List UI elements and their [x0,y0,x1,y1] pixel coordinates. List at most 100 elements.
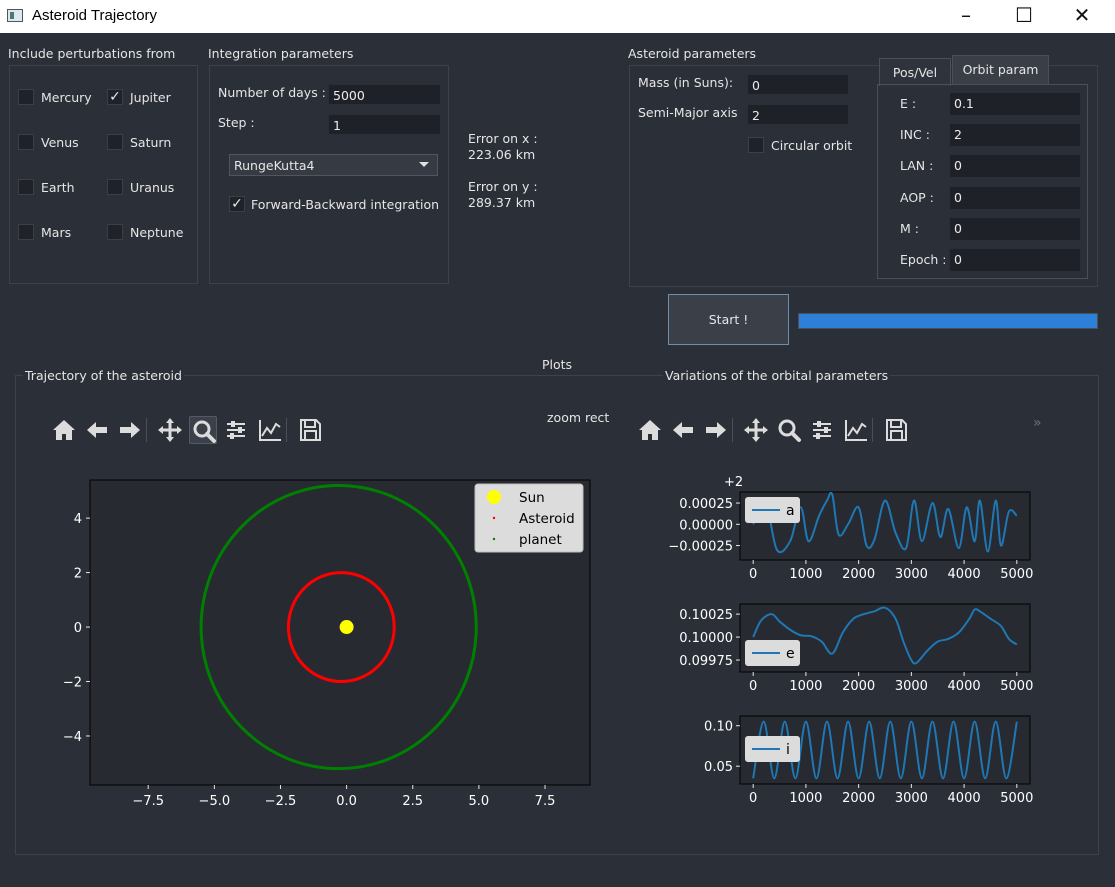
save-icon[interactable] [882,416,910,444]
x-tick-label: 1000 [789,679,822,694]
checkbox-mars[interactable] [18,224,34,240]
step-input[interactable]: 1 [328,114,441,135]
orbit-param-input[interactable]: 0 [949,154,1081,179]
orbit-param-input[interactable]: 2 [949,123,1081,148]
planet-label-jupiter: Jupiter [130,90,171,105]
forward-icon[interactable] [116,416,144,444]
error-y-value: 289.37 km [468,195,536,210]
y-tick-label: −4 [63,730,82,745]
back-icon[interactable] [83,416,111,444]
x-tick-label: 1000 [789,567,822,582]
save-icon[interactable] [296,416,324,444]
zoom-icon[interactable] [189,416,217,444]
error-x-value: 223.06 km [468,147,536,162]
orbit-param-input[interactable]: 0 [949,216,1081,241]
configure-icon[interactable] [222,416,250,444]
days-label: Number of days : [218,85,326,100]
start-button[interactable]: Start ! [668,294,789,345]
trajectory-title: Trajectory of the asteroid [23,368,184,383]
circular-checkbox[interactable] [748,137,764,153]
orbit-param-label: LAN : [900,158,934,174]
toolbar-overflow-icon[interactable]: » [1033,415,1042,431]
orbit-param-label: INC : [900,127,930,143]
orbit-param-label: AOP : [900,189,934,205]
method-select[interactable]: RungeKutta4 [229,154,438,176]
y-tick-label: −2 [63,676,82,691]
pan-icon[interactable] [156,416,184,444]
toolbar-separator [872,418,873,442]
x-tick-label: 0 [749,791,757,806]
close-button[interactable]: ✕ [1053,0,1111,33]
checkbox-saturn[interactable] [107,134,123,150]
forward-icon[interactable] [702,416,730,444]
legend-entry: planet [519,532,562,548]
window-title: Asteroid Trajectory [32,7,158,24]
axes-icon[interactable] [842,416,870,444]
x-tick-label: 1000 [789,791,822,806]
pan-icon[interactable] [742,416,770,444]
fb-checkbox[interactable]: ✓ [229,196,245,212]
y-tick-label: −0.00025 [668,540,733,555]
x-tick-label: −2.5 [265,794,297,809]
orbital-title: Variations of the orbital parameters [663,368,891,383]
y-tick-label: 0.10025 [679,608,733,623]
planet-label-saturn: Saturn [130,135,172,150]
tab-orbit-param[interactable]: Orbit param [952,55,1049,85]
checkbox-mercury[interactable] [18,89,34,105]
y-tick-label: 0.10000 [679,631,733,646]
orbit-param-input[interactable]: 0 [949,185,1081,210]
legend: Sun Asteroid planet [474,483,584,553]
check-icon: ✓ [231,196,243,212]
axes-icon[interactable] [256,416,284,444]
days-input[interactable]: 5000 [328,84,441,105]
title-bar: Asteroid Trajectory – ☐ ✕ [0,0,1115,33]
x-tick-label: 0 [749,679,757,694]
x-tick-label: 0.0 [336,794,357,809]
x-tick-label: 3000 [895,679,928,694]
minimize-button[interactable]: – [937,0,995,33]
back-icon[interactable] [669,416,697,444]
home-icon[interactable] [50,416,78,444]
toolbar-separator [732,418,733,442]
y-tick-label: 0 [74,621,82,636]
maximize-button[interactable]: ☐ [995,0,1053,33]
checkbox-venus[interactable] [18,134,34,150]
integration-title: Integration parameters [208,46,354,61]
chart-a[interactable]: +2 0 1000 2000 3000 4000 5000 0.00025 0.00000 −0.… [640,470,1080,588]
sma-input[interactable]: 2 [747,104,849,125]
error-y-label: Error on y : [468,179,538,194]
mass-input[interactable]: 0 [747,74,849,95]
home-icon[interactable] [636,416,664,444]
configure-icon[interactable] [808,416,836,444]
checkbox-jupiter[interactable]: ✓ [107,89,123,105]
y-tick-label: 4 [74,512,82,527]
checkbox-neptune[interactable] [107,224,123,240]
legend-asteroid-marker [492,516,496,520]
tab-posvel[interactable]: Pos/Vel [879,58,951,86]
planet-label-uranus: Uranus [130,180,175,195]
orbit-param-input[interactable]: 0.1 [949,92,1081,116]
chart-e[interactable]: 0 1000 2000 3000 4000 5000 0.10025 0.10000 0.099… [640,596,1080,700]
chart-i[interactable]: 0 1000 2000 3000 4000 5000 0.10 0.05 i [640,708,1080,812]
orbit-param-label: E : [900,96,917,111]
fb-label: Forward-Backward integration [251,197,440,212]
y-tick-label: 0.09975 [679,654,733,669]
zoom-icon[interactable] [775,416,803,444]
x-tick-label: −5.0 [199,794,231,809]
x-tick-label: 2000 [842,567,875,582]
progress-fill [799,314,1097,328]
y-tick-label: 2 [74,567,82,582]
planet-label-venus: Venus [41,135,79,150]
x-tick-label: 2000 [842,791,875,806]
x-tick-label: 2000 [842,679,875,694]
x-tick-label: 4000 [948,679,981,694]
trajectory-chart[interactable]: −7.5 −5.0 −2.5 0.0 2.5 5.0 7.5 4 2 0 −2 −4 Sun Astero… [42,462,627,827]
sma-label: Semi-Major axis [638,105,738,120]
orbit-param-input[interactable]: 0 [949,248,1081,272]
x-tick-label: 0 [749,567,757,582]
check-icon: ✓ [109,89,121,105]
checkbox-uranus[interactable] [107,179,123,195]
x-tick-label: 5000 [1000,567,1033,582]
x-tick-label: 4000 [948,791,981,806]
checkbox-earth[interactable] [18,179,34,195]
